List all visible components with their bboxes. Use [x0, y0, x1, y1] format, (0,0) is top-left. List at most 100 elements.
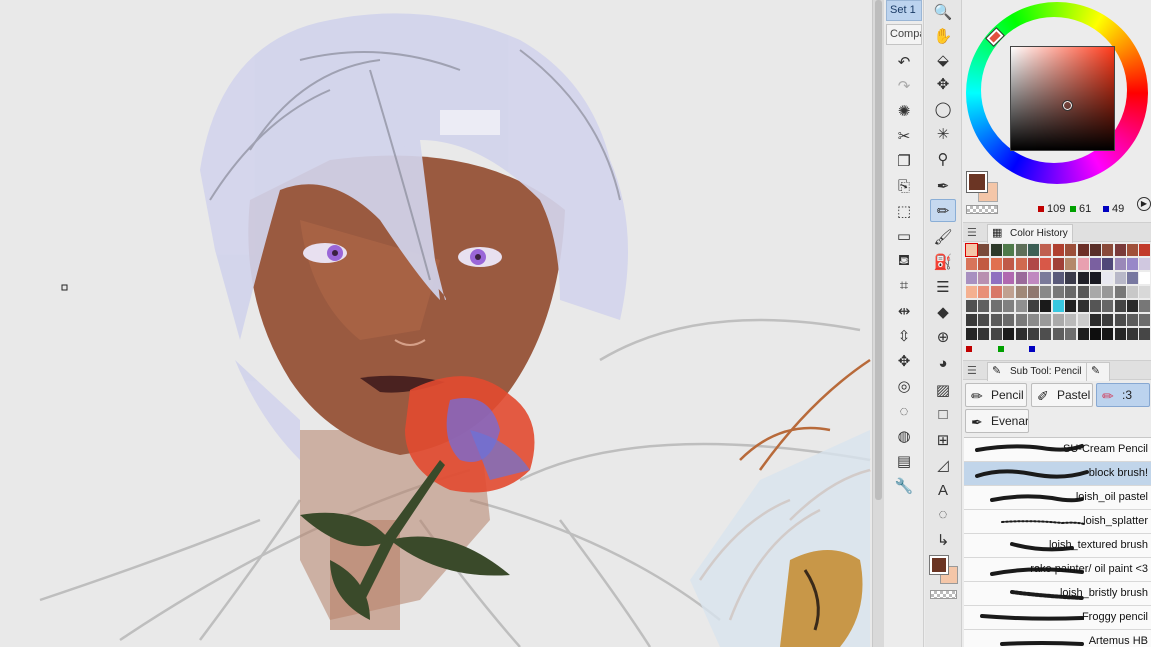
color-history-swatch[interactable]: [1003, 272, 1015, 284]
color-history-swatch[interactable]: [1139, 244, 1151, 256]
subtool-group-pencil[interactable]: ✏ Pencil: [965, 383, 1027, 407]
color-history-swatch[interactable]: [1077, 258, 1089, 270]
tool-main-color[interactable]: [929, 555, 949, 575]
color-history-swatch[interactable]: [1040, 286, 1052, 298]
color-history-swatch[interactable]: [990, 244, 1002, 256]
color-history-swatch[interactable]: [1102, 300, 1114, 312]
color-history-swatch[interactable]: [990, 300, 1002, 312]
brush-item[interactable]: loish_oil pastel: [964, 486, 1151, 510]
color-history-swatch[interactable]: [966, 314, 977, 326]
gradient-icon[interactable]: ▨: [930, 378, 956, 401]
play-icon[interactable]: ▶: [1137, 197, 1151, 211]
color-history-swatch[interactable]: [1015, 244, 1027, 256]
flip-h-icon[interactable]: ⇹: [892, 300, 916, 322]
layer-move-icon[interactable]: ⬙: [930, 48, 956, 71]
color-history-swatch[interactable]: [1089, 272, 1101, 284]
color-history-swatch[interactable]: [1065, 244, 1077, 256]
color-history-swatch[interactable]: [1065, 272, 1077, 284]
color-history-swatch[interactable]: [1114, 328, 1126, 340]
color-history-swatch[interactable]: [1139, 328, 1151, 340]
figure-icon[interactable]: □: [930, 403, 956, 426]
drawing-canvas[interactable]: [0, 0, 872, 647]
main-color-swatch[interactable]: [966, 171, 988, 193]
color-history-swatch[interactable]: [1114, 300, 1126, 312]
color-history-swatch[interactable]: [1089, 286, 1101, 298]
color-history-swatch[interactable]: [1027, 244, 1039, 256]
subtool-group-3[interactable]: ✏:3: [1096, 383, 1150, 407]
color-history-swatch[interactable]: [1003, 286, 1015, 298]
palette-set-tab-2[interactable]: Compa: [886, 24, 922, 45]
color-history-swatch[interactable]: [1114, 314, 1126, 326]
color-history-swatch[interactable]: [990, 314, 1002, 326]
color-history-swatch[interactable]: [966, 258, 977, 270]
color-history-swatch[interactable]: [1089, 258, 1101, 270]
color-history-swatch[interactable]: [1052, 272, 1064, 284]
color-history-swatch[interactable]: [1077, 328, 1089, 340]
color-history-swatch[interactable]: [990, 258, 1002, 270]
subtool-group-evenar[interactable]: ✒ Evenar: [965, 409, 1029, 433]
clear-icon[interactable]: ✺: [892, 100, 916, 122]
color-history-swatch[interactable]: [1052, 286, 1064, 298]
mesh-icon[interactable]: ⌗: [892, 274, 916, 296]
color-history-swatch[interactable]: [1102, 244, 1114, 256]
subtool-group-pastel[interactable]: ✐ Pastel: [1031, 383, 1093, 407]
color-history-swatch[interactable]: [1114, 244, 1126, 256]
snap-icon[interactable]: ◎: [892, 375, 916, 397]
panel-menu-icon[interactable]: ☰: [967, 226, 977, 239]
brush-item[interactable]: rake painter/ oil paint <3: [964, 558, 1151, 582]
color-history-swatch[interactable]: [1077, 244, 1089, 256]
scrollbar-thumb[interactable]: [875, 0, 882, 500]
color-history-swatch[interactable]: [978, 300, 990, 312]
flip-v-icon[interactable]: ⇳: [892, 325, 916, 347]
color-history-swatch[interactable]: [1052, 258, 1064, 270]
grid-icon[interactable]: ⊕: [930, 325, 956, 348]
color-history-swatch[interactable]: [1127, 244, 1139, 256]
color-history-swatch[interactable]: [1089, 314, 1101, 326]
color-history-swatch[interactable]: [1003, 314, 1015, 326]
color-history-swatch[interactable]: [1114, 258, 1126, 270]
color-history-swatch[interactable]: [1102, 328, 1114, 340]
color-history-swatch[interactable]: [1027, 328, 1039, 340]
color-history-swatch[interactable]: [1127, 258, 1139, 270]
color-history-swatch[interactable]: [1052, 244, 1064, 256]
pencil-icon[interactable]: ✏: [930, 199, 956, 222]
tab-color-history[interactable]: ▦ Color History: [987, 224, 1073, 243]
color-history-swatch[interactable]: [1139, 286, 1151, 298]
tool-transparent-color[interactable]: [930, 590, 957, 599]
color-history-swatch[interactable]: [1052, 328, 1064, 340]
palette-set-tab-1[interactable]: Set 1: [886, 0, 922, 21]
color-history-swatch[interactable]: [1139, 300, 1151, 312]
color-history-swatch[interactable]: [990, 272, 1002, 284]
color-history-swatch[interactable]: [1027, 258, 1039, 270]
tab-sub-tool-2[interactable]: ✎: [1086, 362, 1110, 381]
color-history-swatch[interactable]: [1052, 300, 1064, 312]
paste-icon[interactable]: ⎘: [892, 175, 916, 197]
transform-icon[interactable]: ⬚: [892, 200, 916, 222]
color-history-swatch[interactable]: [966, 286, 977, 298]
color-history-swatch[interactable]: [1015, 286, 1027, 298]
brush-item[interactable]: loish_textured brush: [964, 534, 1151, 558]
text-icon[interactable]: A: [930, 479, 956, 502]
color-history-swatch[interactable]: [990, 328, 1002, 340]
ruler2-icon[interactable]: ◍: [892, 425, 916, 447]
color-history-swatch[interactable]: [1077, 314, 1089, 326]
wrench-icon[interactable]: 🔧: [892, 475, 916, 497]
copy-icon[interactable]: ❐: [892, 150, 916, 172]
sv-cursor[interactable]: [1062, 100, 1073, 111]
redo-icon[interactable]: ↷: [892, 75, 916, 97]
ruler-icon[interactable]: ◿: [930, 453, 956, 476]
color-history-swatch[interactable]: [1102, 272, 1114, 284]
color-history-swatch[interactable]: [978, 258, 990, 270]
color-history-swatch[interactable]: [1003, 258, 1015, 270]
color-history-swatch[interactable]: [1102, 286, 1114, 298]
brush-item[interactable]: block brush!: [964, 462, 1151, 486]
color-history-swatch[interactable]: [978, 328, 990, 340]
color-history-swatch[interactable]: [978, 314, 990, 326]
free-transform-icon[interactable]: ▭: [892, 225, 916, 247]
folder-icon[interactable]: ▤: [892, 450, 916, 472]
color-history-swatch[interactable]: [1015, 272, 1027, 284]
blend-icon[interactable]: ☰: [930, 275, 956, 298]
color-history-swatch[interactable]: [966, 272, 977, 284]
panel-menu-icon[interactable]: ☰: [967, 364, 977, 377]
saturation-value-square[interactable]: [1010, 46, 1115, 151]
